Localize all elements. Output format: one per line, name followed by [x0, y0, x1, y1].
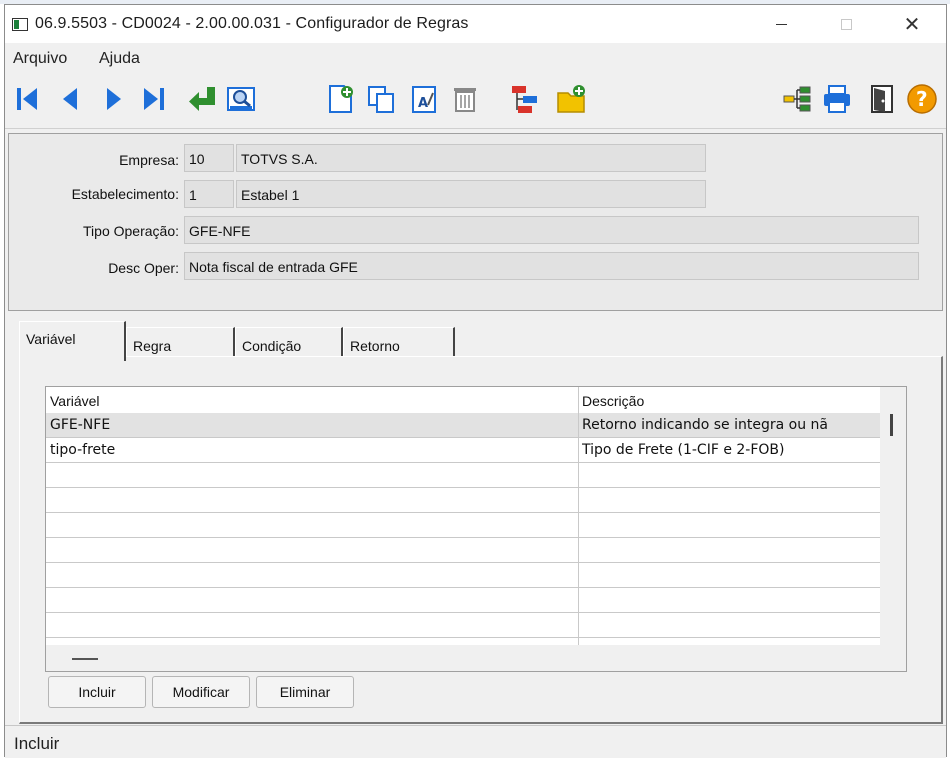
minimize-button[interactable] [758, 5, 804, 43]
table-row-empty[interactable] [46, 588, 880, 613]
table-row[interactable]: GFE-NFE Retorno indicando se integra ou … [46, 413, 880, 438]
copy-icon [368, 86, 394, 113]
tab-condicao[interactable]: Condição [235, 327, 343, 359]
close-icon: ✕ [903, 13, 921, 36]
new-button[interactable] [324, 82, 358, 116]
app-icon [12, 18, 28, 31]
tab-retorno[interactable]: Retorno [343, 327, 455, 359]
estabelecimento-name-field: Estabel 1 [236, 180, 706, 208]
app-window: 06.9.5503 - CD0024 - 2.00.00.031 - Confi… [4, 4, 947, 758]
goto-button[interactable] [186, 82, 220, 116]
desc-oper-field: Nota fiscal de entrada GFE [184, 252, 919, 280]
help-icon: ? [907, 84, 937, 114]
vertical-scrollbar[interactable] [880, 387, 906, 645]
maximize-icon [840, 18, 852, 30]
print-button[interactable] [820, 82, 854, 116]
next-record-icon [107, 88, 121, 110]
print-icon [824, 85, 850, 113]
empresa-name-field: TOTVS S.A. [236, 144, 706, 172]
svg-text:?: ? [916, 87, 928, 111]
new-folder-icon [557, 85, 585, 113]
horizontal-scrollbar[interactable] [46, 645, 880, 671]
empresa-label: Empresa: [119, 152, 179, 168]
table-row[interactable]: tipo-frete Tipo de Frete (1-CIF e 2-FOB) [46, 438, 880, 463]
hierarchy-icon [512, 86, 537, 113]
header-fields-group: Empresa: 10 TOTVS S.A. Estabelecimento: … [8, 133, 943, 311]
maximize-button[interactable] [823, 5, 869, 43]
cell-variavel: tipo-frete [50, 442, 116, 458]
tree-button[interactable] [780, 82, 814, 116]
table-row-empty[interactable] [46, 538, 880, 563]
new-icon [329, 85, 353, 113]
delete-icon [454, 88, 476, 112]
modificar-button[interactable]: Modificar [152, 676, 250, 708]
search-icon [227, 87, 255, 111]
edit-icon: A [412, 86, 436, 113]
title-bar: 06.9.5503 - CD0024 - 2.00.00.031 - Confi… [5, 5, 946, 43]
table-row-empty[interactable] [46, 513, 880, 538]
grid-header: Variável Descrição [46, 387, 880, 413]
empresa-code-field[interactable]: 10 [184, 144, 234, 172]
cell-descricao: Retorno indicando se integra ou nã [582, 417, 828, 433]
variables-grid: Variável Descrição GFE-NFE Retorno indic… [45, 386, 907, 672]
table-row-empty[interactable] [46, 488, 880, 513]
column-header-variavel[interactable]: Variável [50, 393, 100, 409]
table-row-empty[interactable] [46, 463, 880, 488]
tab-regra[interactable]: Regra [126, 327, 235, 360]
help-button[interactable]: ? [905, 82, 939, 116]
column-separator [578, 387, 579, 645]
status-bar: Incluir [5, 725, 946, 758]
vertical-scroll-thumb[interactable] [890, 414, 893, 436]
exit-button[interactable] [865, 82, 899, 116]
first-record-icon [17, 88, 37, 110]
previous-record-icon [63, 88, 77, 110]
cell-descricao: Tipo de Frete (1-CIF e 2-FOB) [582, 442, 785, 458]
minimize-icon [775, 23, 787, 25]
tab-regra-label: Regra [133, 338, 172, 354]
search-button[interactable] [224, 82, 258, 116]
tipo-operacao-label: Tipo Operação: [83, 223, 179, 239]
delete-button[interactable] [448, 82, 482, 116]
estabelecimento-code-field[interactable]: 1 [184, 180, 234, 208]
window-title: 06.9.5503 - CD0024 - 2.00.00.031 - Confi… [35, 15, 469, 32]
hierarchy-button[interactable] [508, 82, 542, 116]
status-text: Incluir [14, 734, 60, 753]
eliminar-button[interactable]: Eliminar [256, 676, 354, 708]
table-row-empty[interactable] [46, 613, 880, 638]
menu-arquivo[interactable]: Arquivo [13, 50, 67, 68]
tree-icon [783, 86, 811, 112]
previous-record-button[interactable] [53, 82, 87, 116]
copy-button[interactable] [364, 82, 398, 116]
estabelecimento-label: Estabelecimento: [71, 186, 179, 202]
grid-body: Variável Descrição GFE-NFE Retorno indic… [46, 387, 880, 645]
toolbar: A ? [5, 73, 946, 129]
tab-panel-variavel: Variável Descrição GFE-NFE Retorno indic… [19, 356, 943, 724]
exit-icon [871, 85, 893, 113]
cell-variavel: GFE-NFE [50, 417, 111, 433]
column-header-descricao[interactable]: Descrição [582, 393, 644, 409]
svg-text:A: A [418, 96, 428, 111]
close-button[interactable]: ✕ [889, 5, 935, 43]
tab-variavel[interactable]: Variável [19, 321, 126, 361]
edit-button[interactable]: A [407, 82, 441, 116]
desc-oper-label: Desc Oper: [108, 260, 179, 276]
goto-icon [189, 87, 215, 111]
horizontal-scroll-thumb[interactable] [72, 658, 98, 660]
last-record-button[interactable] [137, 82, 171, 116]
table-row-empty[interactable] [46, 563, 880, 588]
first-record-button[interactable] [11, 82, 45, 116]
tipo-operacao-field[interactable]: GFE-NFE [184, 216, 919, 244]
menu-bar: Arquivo Ajuda [5, 43, 946, 73]
next-record-button[interactable] [97, 82, 131, 116]
last-record-icon [144, 88, 164, 110]
new-folder-button[interactable] [554, 82, 588, 116]
incluir-button[interactable]: Incluir [48, 676, 146, 708]
menu-ajuda[interactable]: Ajuda [99, 50, 140, 68]
